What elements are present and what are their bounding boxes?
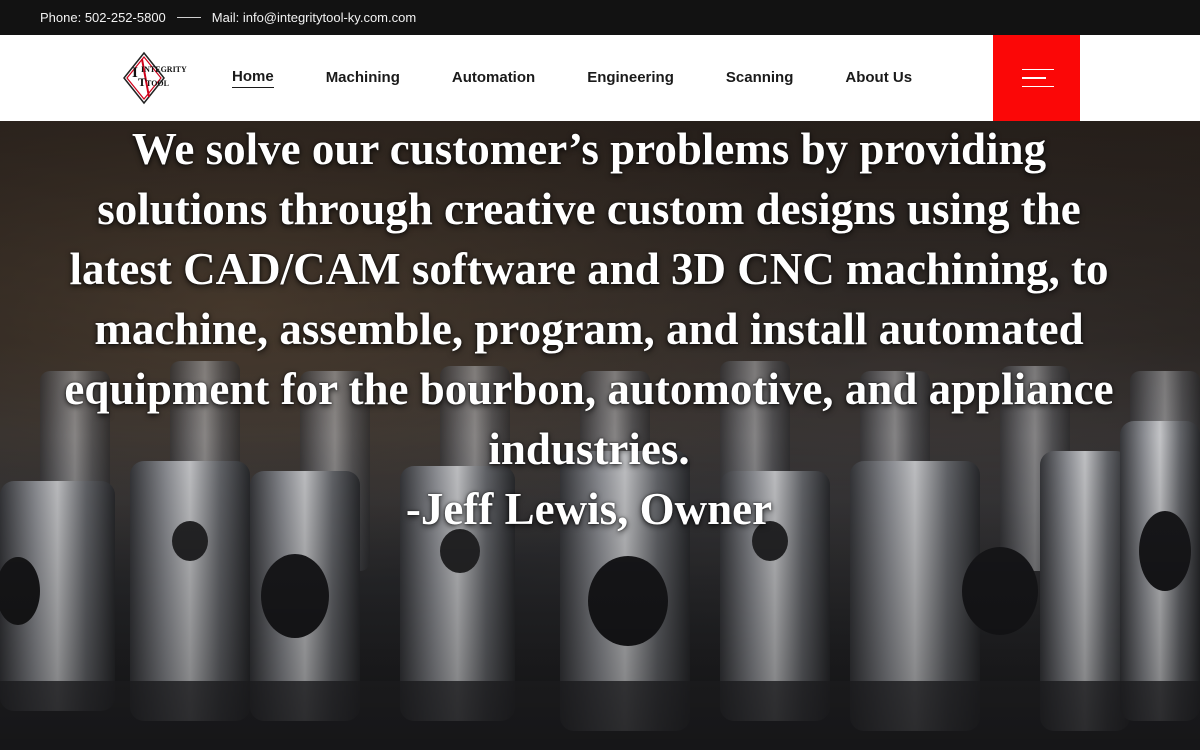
logo-diamond-icon: I INTEGRITY T TOOL — [123, 51, 187, 105]
hamburger-icon-line — [1021, 85, 1054, 88]
topbar-divider — [176, 17, 201, 18]
nav-machining[interactable]: Machining — [326, 69, 400, 88]
menu-button[interactable] — [993, 35, 1080, 121]
hero-quote: We solve our customer’s problems by prov… — [60, 121, 1118, 539]
mail-text[interactable]: Mail: info@integritytool-ky.com.com — [212, 10, 416, 25]
quote-author: -Jeff Lewis, Owner — [405, 484, 773, 534]
nav-about-us[interactable]: About Us — [845, 69, 912, 88]
svg-text:T: T — [138, 75, 146, 89]
integrity-tool-logo[interactable]: I INTEGRITY T TOOL — [122, 51, 190, 105]
phone-text[interactable]: Phone: 502-252-5800 — [40, 10, 166, 25]
nav-engineering[interactable]: Engineering — [587, 69, 674, 88]
svg-text:TOOL: TOOL — [146, 79, 169, 88]
site-header: I INTEGRITY T TOOL Home Machining Automa… — [0, 35, 1200, 121]
top-contact-bar: Phone: 502-252-5800 Mail: info@integrity… — [0, 0, 1200, 35]
quote-text: We solve our customer’s problems by prov… — [64, 124, 1114, 474]
main-nav: Home Machining Automation Engineering Sc… — [232, 35, 964, 121]
nav-home[interactable]: Home — [232, 68, 274, 88]
nav-automation[interactable]: Automation — [452, 69, 535, 88]
hero-section: We solve our customer’s problems by prov… — [0, 121, 1200, 750]
nav-scanning[interactable]: Scanning — [726, 69, 794, 88]
svg-text:INTEGRITY: INTEGRITY — [141, 65, 187, 74]
hamburger-icon-line — [1021, 77, 1046, 79]
hamburger-icon — [1021, 68, 1054, 71]
